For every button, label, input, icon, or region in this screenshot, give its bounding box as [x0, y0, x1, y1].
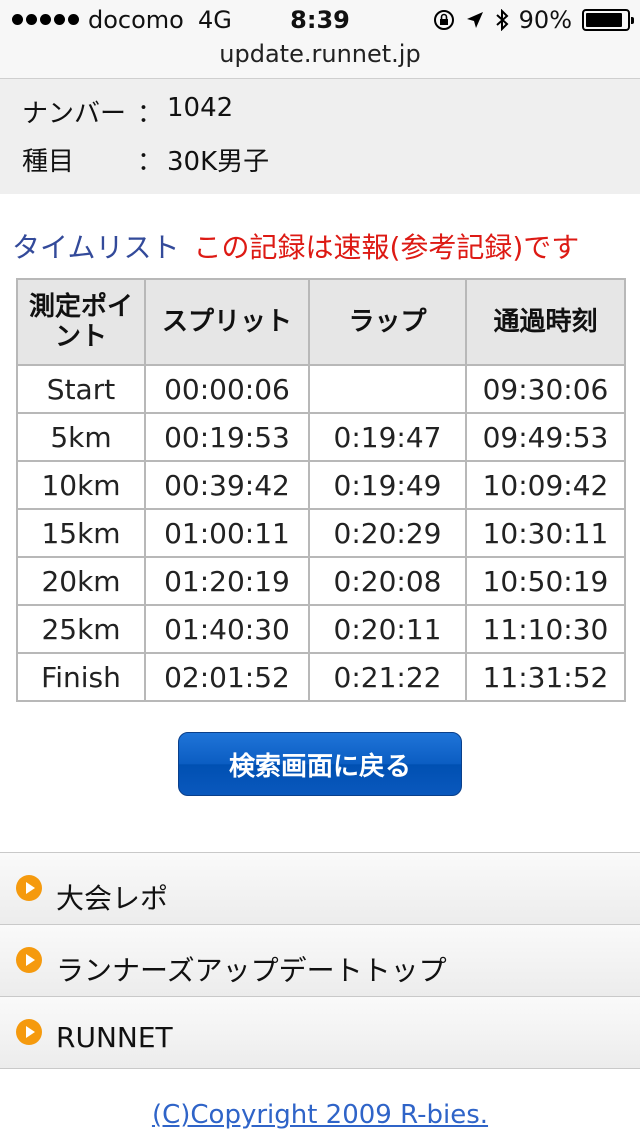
cell-point: 25km [16, 604, 146, 654]
browser-top-bar: docomo 4G 8:39 90% update.runnet.jp [0, 0, 640, 79]
orange-arrow-bullet-icon [16, 947, 42, 973]
info-label: ナンバー [22, 99, 127, 129]
nav-item-label: ランナーズアップデートトップ [56, 954, 447, 987]
bluetooth-icon [495, 9, 509, 31]
cell-passing-time: 09:49:53 [465, 412, 626, 462]
info-label: 種目 [22, 147, 75, 177]
cell-passing-time: 11:10:30 [465, 604, 626, 654]
cell-passing-time: 10:50:19 [465, 556, 626, 606]
cell-lap [308, 364, 467, 414]
orange-arrow-bullet-icon [16, 1019, 42, 1045]
table-row: 25km 01:40:30 0:20:11 11:10:30 [16, 604, 626, 654]
battery-percent: 90% [518, 6, 572, 34]
table-row: Start 00:00:06 09:30:06 [16, 364, 626, 414]
cell-split: 02:01:52 [144, 652, 310, 702]
header-split: スプリット [144, 278, 310, 366]
footer-nav: 大会レポ ランナーズアップデートトップ RUNNET [0, 852, 640, 1069]
cell-point: 5km [16, 412, 146, 462]
runner-info: ナンバー ： 1042 種目 ： 30K男子 [0, 79, 640, 194]
table-row: Finish 02:01:52 0:21:22 11:31:52 [16, 652, 626, 702]
table-row: 20km 01:20:19 0:20:08 10:50:19 [16, 556, 626, 606]
info-separator: ： [137, 147, 164, 177]
cell-point: Finish [16, 652, 146, 702]
info-separator: ： [137, 99, 164, 129]
nav-item-runnet[interactable]: RUNNET [0, 996, 640, 1069]
time-list-title: タイムリスト [12, 231, 180, 264]
header-lap: ラップ [308, 278, 467, 366]
cell-lap: 0:20:08 [308, 556, 467, 606]
battery-icon [582, 9, 634, 31]
copyright-link[interactable]: (C)Copyright 2009 R-bies. [0, 1100, 640, 1130]
status-bar: docomo 4G 8:39 90% [0, 0, 640, 40]
cell-passing-time: 09:30:06 [465, 364, 626, 414]
cell-point: 10km [16, 460, 146, 510]
info-row-category: 種目 ： 30K男子 [22, 141, 269, 178]
split-time-table: 測定ポイント スプリット ラップ 通過時刻 Start 00:00:06 09:30… [16, 278, 626, 702]
location-arrow-icon [466, 12, 483, 28]
nav-item-label: 大会レポ [56, 882, 169, 915]
cell-split: 01:20:19 [144, 556, 310, 606]
back-to-search-button[interactable]: 検索画面に戻る [178, 732, 462, 796]
table-row: 5km 00:19:53 0:19:47 09:49:53 [16, 412, 626, 462]
cell-lap: 0:20:29 [308, 508, 467, 558]
nav-item-runners-update-top[interactable]: ランナーズアップデートトップ [0, 924, 640, 996]
nav-item-race-report[interactable]: 大会レポ [0, 852, 640, 924]
cell-lap: 0:20:11 [308, 604, 467, 654]
cell-point: Start [16, 364, 146, 414]
table-row: 15km 01:00:11 0:20:29 10:30:11 [16, 508, 626, 558]
cell-lap: 0:21:22 [308, 652, 467, 702]
info-value: 1042 [167, 93, 234, 123]
info-value: 30K男子 [167, 147, 270, 177]
url-bar[interactable]: update.runnet.jp [0, 40, 640, 68]
table-header-row: 測定ポイント スプリット ラップ 通過時刻 [16, 278, 626, 366]
header-label: 測定ポイント [28, 292, 133, 352]
cell-passing-time: 10:30:11 [465, 508, 626, 558]
header-passing-time: 通過時刻 [465, 278, 626, 366]
cell-lap: 0:19:47 [308, 412, 467, 462]
header-measure-point: 測定ポイント [16, 278, 146, 366]
cell-split: 01:40:30 [144, 604, 310, 654]
cell-split: 00:39:42 [144, 460, 310, 510]
cell-lap: 0:19:49 [308, 460, 467, 510]
preliminary-record-notice: この記録は速報(参考記録)です [193, 231, 580, 264]
orange-arrow-bullet-icon [16, 875, 42, 901]
time-list-heading: タイムリスト この記録は速報(参考記録)です [12, 226, 579, 266]
nav-item-label: RUNNET [56, 1021, 173, 1054]
cell-split: 01:00:11 [144, 508, 310, 558]
rotation-lock-icon [433, 10, 454, 30]
cell-split: 00:00:06 [144, 364, 310, 414]
cell-passing-time: 10:09:42 [465, 460, 626, 510]
cell-split: 00:19:53 [144, 412, 310, 462]
table-row: 10km 00:39:42 0:19:49 10:09:42 [16, 460, 626, 510]
info-row-number: ナンバー ： 1042 [22, 93, 233, 130]
cell-passing-time: 11:31:52 [465, 652, 626, 702]
cell-point: 20km [16, 556, 146, 606]
cell-point: 15km [16, 508, 146, 558]
status-right-icons: 90% [433, 6, 634, 34]
